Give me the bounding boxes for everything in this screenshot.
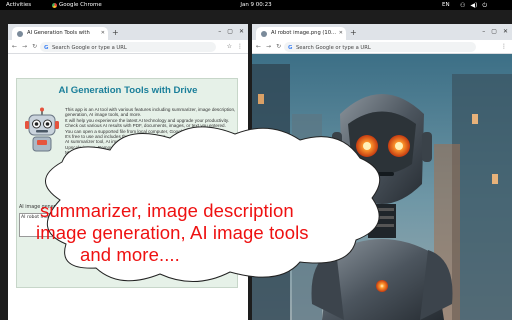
tab-strip: AI Generation Tools with ✕ + – ▢ ✕	[8, 24, 248, 40]
network-icon: ⚇	[460, 1, 466, 9]
nav-buttons: ← → ↻	[12, 43, 37, 50]
close-window-icon[interactable]: ✕	[239, 28, 244, 35]
menu-icon[interactable]: ⋮	[501, 43, 507, 50]
radio-label: Select from a image,pdf,docx.. file	[124, 163, 211, 169]
omnibox-placeholder: Search Google or type a URL	[296, 44, 371, 51]
omnibox-placeholder: Search Google or type a URL	[52, 44, 127, 51]
new-tab-button[interactable]: +	[112, 28, 119, 37]
minimize-icon[interactable]: –	[482, 28, 485, 35]
select-file-label: Select a file	[131, 183, 161, 189]
favicon-icon	[261, 30, 267, 37]
robot-image	[252, 54, 512, 320]
close-tab-icon[interactable]: ✕	[101, 30, 105, 36]
tab-ai-robot-image[interactable]: AI robot image.png (10... ✕	[256, 27, 346, 40]
volume-icon: ◀)	[470, 1, 478, 9]
power-icon: ⏻	[482, 1, 488, 9]
reload-icon[interactable]: ↻	[276, 43, 281, 50]
system-tray[interactable]: ⚇ ◀) ⏻	[460, 2, 487, 10]
maximize-icon[interactable]: ▢	[227, 28, 233, 35]
back-icon[interactable]: ←	[12, 43, 17, 50]
reload-icon[interactable]: ↻	[32, 43, 37, 50]
favicon-icon	[17, 30, 23, 37]
star-icon[interactable]: ☆	[227, 43, 232, 50]
toolbar-actions: ☆ ⋮	[227, 43, 243, 50]
page-title: AI Generation Tools with Drive	[58, 85, 198, 96]
right-browser-window: AI robot image.png (10... ✕ + – ▢ ✕ ← → …	[252, 24, 512, 320]
forward-icon[interactable]: →	[22, 43, 27, 50]
tab-strip: AI robot image.png (10... ✕ + – ▢ ✕	[252, 24, 512, 40]
radio-button[interactable]	[117, 163, 122, 169]
cloud-text-line-1: summarizer, image description	[40, 200, 294, 221]
description-line: Check out various AI results with PDF, d…	[65, 123, 226, 129]
back-icon[interactable]: ←	[256, 43, 261, 50]
file-status: No file chosen	[143, 174, 178, 179]
file-picker-row: Choose File No file chosen	[105, 173, 177, 180]
tab-ai-generation-tools[interactable]: AI Generation Tools with ✕	[12, 27, 108, 40]
omnibox[interactable]: G Search Google or type a URL	[284, 42, 476, 52]
tab-title: AI Generation Tools with	[27, 30, 90, 36]
nav-buttons: ← → ↻	[256, 43, 281, 50]
robot-logo-icon	[25, 107, 59, 152]
browser-toolbar: ← → ↻ G Search Google or type a URL ☆ ⋮	[8, 40, 248, 54]
google-icon: G	[44, 44, 49, 51]
tab-title: AI robot image.png (10...	[271, 30, 336, 36]
file-source-radio[interactable]: Select from a image,pdf,docx.. file	[117, 163, 210, 169]
clock[interactable]: Jan 9 00:23	[0, 2, 512, 8]
close-window-icon[interactable]: ✕	[503, 28, 508, 35]
app-description: This app is an AI tool with various feat…	[65, 107, 237, 156]
left-browser-window: AI Generation Tools with ✕ + – ▢ ✕ ← → ↻…	[8, 24, 248, 320]
omnibox[interactable]: G Search Google or type a URL	[40, 42, 216, 52]
cloud-text-line-2: image generation, AI image tools	[36, 222, 309, 243]
select-file-button[interactable]: ▤ Select a file	[121, 182, 165, 190]
new-tab-button[interactable]: +	[350, 28, 357, 37]
window-controls: – ▢ ✕	[482, 28, 508, 35]
window-controls: – ▢ ✕	[218, 28, 244, 35]
forward-icon[interactable]: →	[266, 43, 271, 50]
cloud-text-line-3: and more....	[80, 244, 180, 265]
menu-icon[interactable]: ⋮	[237, 43, 243, 50]
close-tab-icon[interactable]: ✕	[339, 30, 343, 36]
toolbar-actions: ⋮	[501, 43, 507, 50]
maximize-icon[interactable]: ▢	[491, 28, 497, 35]
description-line: Max size per a file 15 MB, Free OCR conv…	[65, 150, 172, 156]
choose-file-button[interactable]: Choose File	[105, 173, 141, 180]
browser-toolbar: ← → ↻ G Search Google or type a URL ⋮	[252, 40, 512, 54]
google-icon: G	[288, 44, 293, 51]
minimize-icon[interactable]: –	[218, 28, 221, 35]
system-top-bar: Activities Google Chrome Jan 9 00:23 EN …	[0, 0, 512, 10]
input-language[interactable]: EN	[442, 2, 450, 8]
